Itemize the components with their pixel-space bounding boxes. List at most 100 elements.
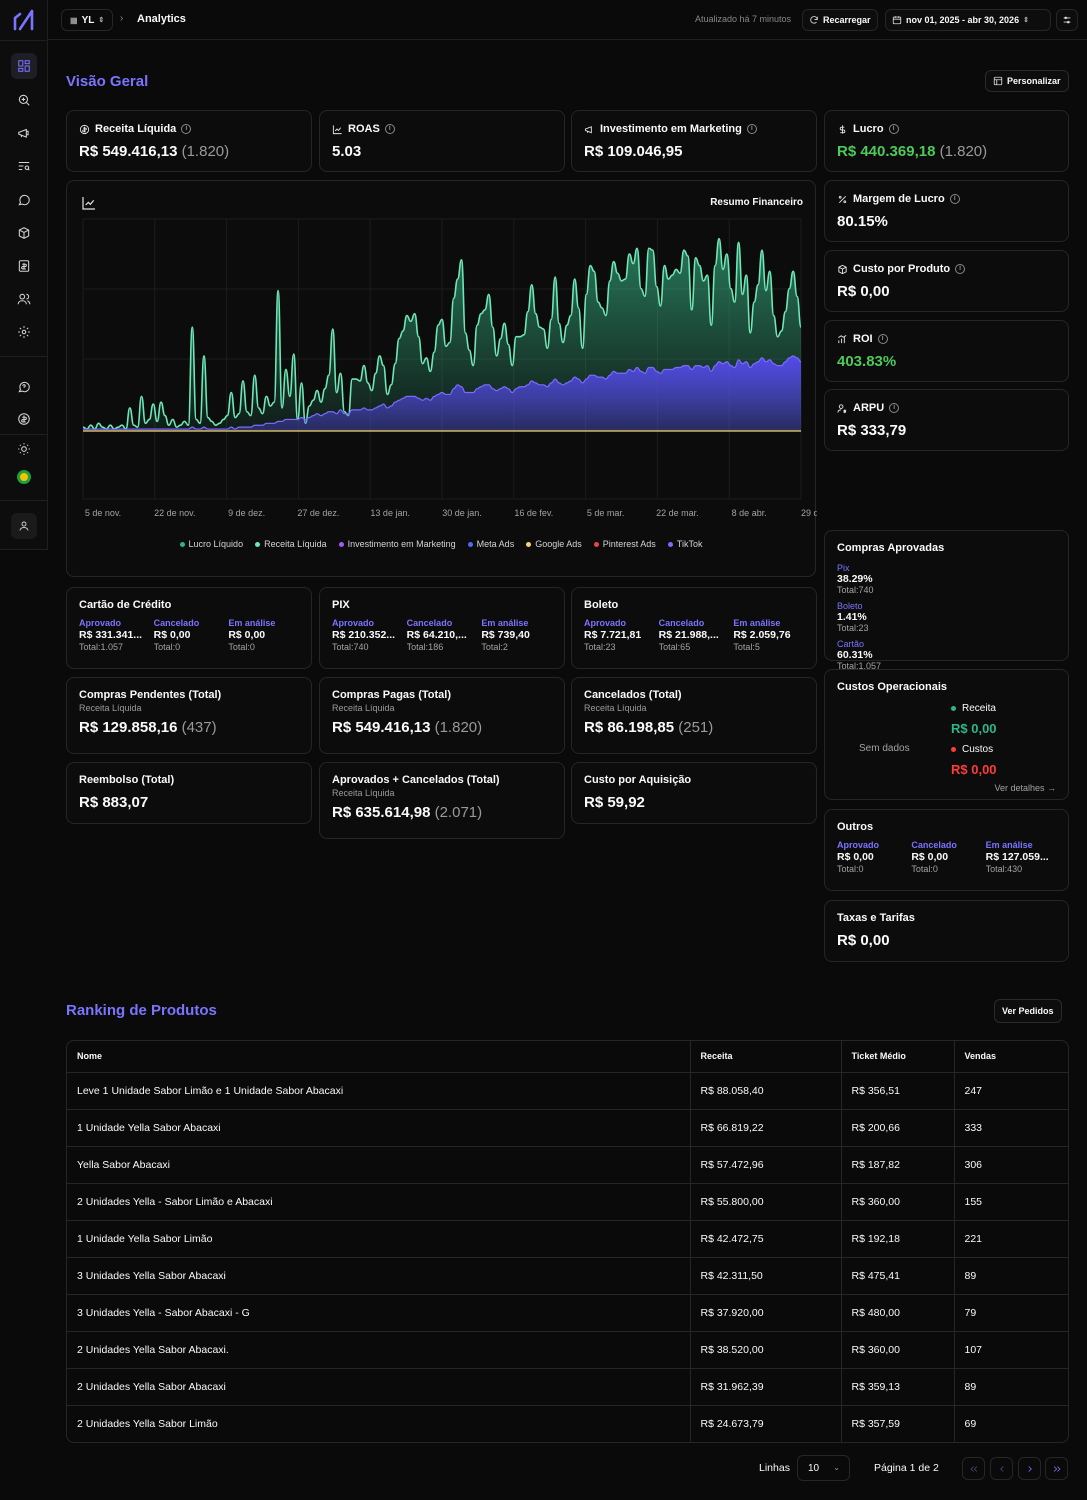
table-row[interactable]: 3 Unidades Yella - Sabor Abacaxi - G R$ 3… <box>67 1294 1068 1332</box>
info-icon[interactable]: i <box>949 194 960 204</box>
status-label: Em análise <box>228 618 276 628</box>
table-row[interactable]: 2 Unidades Yella Sabor Limão R$ 24.673,79… <box>67 1405 1068 1442</box>
summary-subtitle: Receita Líquida <box>79 703 142 713</box>
chart-title: Resumo Financeiro <box>710 197 803 208</box>
legend-item[interactable]: Google Ads <box>526 539 582 549</box>
status-total: Total:186 <box>406 642 444 652</box>
info-icon[interactable]: i <box>889 403 900 413</box>
reload-button[interactable]: Recarregar <box>802 9 878 31</box>
status-total: Total:0 <box>911 864 938 874</box>
legend-label: Pinterest Ads <box>602 539 656 549</box>
info-icon[interactable]: i <box>746 124 757 134</box>
status-total: Total:2 <box>481 642 508 652</box>
summary-title: Custo por Aquisição <box>584 774 692 786</box>
table-cell: R$ 55.800,00 <box>689 1183 841 1221</box>
theme-toggle-icon[interactable] <box>11 436 37 462</box>
column-header[interactable]: Ticket Médio <box>840 1041 954 1073</box>
kpi-label: ROAS <box>348 123 380 135</box>
brazil-flag-icon[interactable] <box>17 470 31 484</box>
status-value: R$ 0,00 <box>153 629 191 641</box>
date-range-label: nov 01, 2025 - abr 30, 2026 <box>906 15 1020 25</box>
customize-button[interactable]: Personalizar <box>985 70 1069 92</box>
currency-icon[interactable] <box>11 406 37 432</box>
status-total: Total:430 <box>985 864 1023 874</box>
legend-item[interactable]: TikTok <box>667 539 702 549</box>
approved-share-cell: Cartão 60.31% Total:1.057 <box>837 639 949 671</box>
table-cell: R$ 360,00 <box>840 1183 954 1221</box>
legend-dot-icon <box>338 542 344 548</box>
kpi-value: 403.83% <box>837 353 897 370</box>
receita-dot-icon <box>951 705 956 711</box>
megaphone-icon[interactable] <box>11 120 37 146</box>
column-header[interactable]: Receita <box>689 1041 841 1073</box>
status-label: Em análise <box>733 618 781 628</box>
rows-per-page-select[interactable]: 10 ⌄ <box>797 1455 850 1481</box>
method-total: Total:740 <box>837 585 874 595</box>
filters-button[interactable] <box>1056 9 1078 31</box>
financial-summary-chart: 5 de nov. 22 de nov. 9 de dez. 27 de dez. 13… <box>66 180 817 577</box>
table-row[interactable]: Leve 1 Unidade Sabor Limão e 1 Unidade S… <box>67 1072 1068 1110</box>
table-row[interactable]: Yella Sabor Abacaxi R$ 57.472,96 R$ 187,82… <box>67 1146 1068 1184</box>
help-chat-icon[interactable] <box>11 374 37 400</box>
legend-item[interactable]: Pinterest Ads <box>593 539 656 549</box>
info-icon[interactable]: i <box>384 124 395 134</box>
legend-item[interactable]: Meta Ads <box>467 539 514 549</box>
x-tick-label: 29 de abr. <box>801 508 817 518</box>
table-row[interactable]: 3 Unidades Yella Sabor Abacaxi R$ 42.311,… <box>67 1257 1068 1295</box>
rows-label: Linhas <box>759 1462 790 1474</box>
first-page-button[interactable] <box>962 1457 985 1480</box>
workspace-selector[interactable]: ▦ YL ⇕ <box>61 9 114 31</box>
column-header[interactable]: Nome <box>67 1041 690 1073</box>
status-value: R$ 0,00 <box>911 851 949 863</box>
legend-item[interactable]: Investimento em Marketing <box>338 539 456 549</box>
status-label: Em análise <box>481 618 529 628</box>
ranking-table: Nome Receita Ticket Médio Vendas Leve 1 Uni… <box>66 1040 1069 1443</box>
search-analytics-icon[interactable] <box>11 87 37 113</box>
table-cell: 3 Unidades Yella Sabor Abacaxi <box>67 1257 690 1295</box>
status-value: R$ 0,00 <box>837 851 874 863</box>
overview-title: Visão Geral <box>66 73 149 90</box>
prev-page-button[interactable] <box>990 1457 1013 1480</box>
kpi-label: Investimento em Marketing <box>600 123 742 135</box>
status-label: Aprovado <box>332 618 375 628</box>
kpi-value: R$ 549.416,13 <box>79 143 178 160</box>
status-label: Cancelado <box>406 618 453 628</box>
users-icon[interactable] <box>11 286 37 312</box>
date-range-picker[interactable]: nov 01, 2025 - abr 30, 2026 ⇕ <box>885 9 1051 31</box>
column-header[interactable]: Vendas <box>953 1041 1068 1073</box>
legend-item[interactable]: Receita Líquida <box>255 539 327 549</box>
legend-item[interactable]: Lucro Líquido <box>179 539 243 549</box>
kpi-receita-card: Receita Líquida i R$ 549.416,13 (1.820) <box>66 110 312 172</box>
table-row[interactable]: 1 Unidade Yella Sabor Limão R$ 42.472,75 R… <box>67 1220 1068 1258</box>
user-avatar[interactable] <box>11 513 37 539</box>
dashboard-icon[interactable] <box>11 53 37 79</box>
app-logo[interactable] <box>12 8 36 32</box>
view-orders-button[interactable]: Ver Pedidos <box>994 999 1062 1023</box>
method-percent: 1.41% <box>837 611 867 623</box>
table-row[interactable]: 1 Unidade Yella Sabor Abacaxi R$ 66.819,2… <box>67 1109 1068 1147</box>
kpi-label: Margem de Lucro <box>853 193 945 205</box>
info-icon[interactable]: i <box>877 334 888 344</box>
table-row[interactable]: 2 Unidades Yella - Sabor Limão e Abacaxi… <box>67 1183 1068 1221</box>
table-row[interactable]: 2 Unidades Yella Sabor Abacaxi R$ 31.962,… <box>67 1368 1068 1406</box>
info-icon[interactable]: i <box>181 124 192 134</box>
info-icon[interactable]: i <box>955 264 966 274</box>
last-page-button[interactable] <box>1045 1457 1068 1480</box>
payment-status-column: Aprovado R$ 331.341... Total:1.057 <box>79 618 154 652</box>
receipt-icon[interactable] <box>11 253 37 279</box>
settings-icon[interactable] <box>11 319 37 345</box>
payment-title: Outros <box>837 821 874 833</box>
package-icon[interactable] <box>11 220 37 246</box>
info-icon[interactable]: i <box>888 124 899 134</box>
payment-outros-card: Outros Aprovado R$ 0,00 Total:0 Cancelado R$… <box>824 809 1069 891</box>
next-page-button[interactable] <box>1018 1457 1041 1480</box>
status-value: R$ 21.988,... <box>658 629 719 641</box>
summary-value: R$ 0,00 <box>837 932 890 949</box>
see-details-link[interactable]: Ver detalhes → <box>994 783 1056 793</box>
table-row[interactable]: 2 Unidades Yella Sabor Abacaxi. R$ 38.520… <box>67 1331 1068 1369</box>
table-cell: R$ 88.058,40 <box>689 1072 841 1110</box>
list-search-icon[interactable] <box>11 153 37 179</box>
chat-icon[interactable] <box>11 187 37 213</box>
status-total: Total:5 <box>733 642 760 652</box>
user-dollar-icon <box>837 403 847 413</box>
